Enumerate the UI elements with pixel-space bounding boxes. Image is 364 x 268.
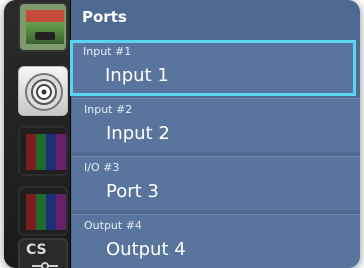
port-row-input-1[interactable]: Input #1 Input 1 xyxy=(70,40,356,96)
rail-item-color-bars-1[interactable] xyxy=(18,126,68,176)
port-header: Input #2 xyxy=(84,103,133,116)
device-frame: CS Ports Input #1 Input 1 Input #2 Input… xyxy=(4,0,360,268)
bnc-connector-icon xyxy=(25,73,63,111)
rail-item-ports[interactable] xyxy=(18,66,68,116)
scene-thumbnail-icon xyxy=(26,10,64,22)
color-bar xyxy=(56,134,66,170)
port-header: Input #1 xyxy=(83,45,132,58)
scene-thumbnail-device xyxy=(35,32,55,40)
rail-item-color-bars-2[interactable] xyxy=(18,186,68,236)
color-bar xyxy=(56,194,66,230)
color-bars-icon xyxy=(26,194,36,230)
port-name: Output 4 xyxy=(106,239,186,260)
port-row-io-3[interactable]: I/O #3 Port 3 xyxy=(72,156,360,210)
color-bar xyxy=(36,194,46,230)
ports-panel: Ports Input #1 Input 1 Input #2 Input 2 … xyxy=(70,0,360,268)
color-bars-icon xyxy=(26,134,36,170)
color-bar xyxy=(46,194,56,230)
color-bar xyxy=(36,134,46,170)
port-name: Input 2 xyxy=(106,123,170,144)
rail-item-scene[interactable] xyxy=(18,2,68,52)
port-row-output-4[interactable]: Output #4 Output 4 xyxy=(72,214,360,268)
panel-title: Ports xyxy=(82,8,127,26)
rail-item-cs[interactable]: CS xyxy=(18,238,68,268)
sidebar-rail: CS xyxy=(4,0,71,268)
cs-connector-icon xyxy=(32,262,58,268)
port-row-input-2[interactable]: Input #2 Input 2 xyxy=(72,98,360,152)
port-header: Output #4 xyxy=(84,219,142,232)
port-header: I/O #3 xyxy=(84,161,120,174)
port-name: Port 3 xyxy=(106,181,159,202)
port-name: Input 1 xyxy=(105,65,169,86)
color-bar xyxy=(46,134,56,170)
